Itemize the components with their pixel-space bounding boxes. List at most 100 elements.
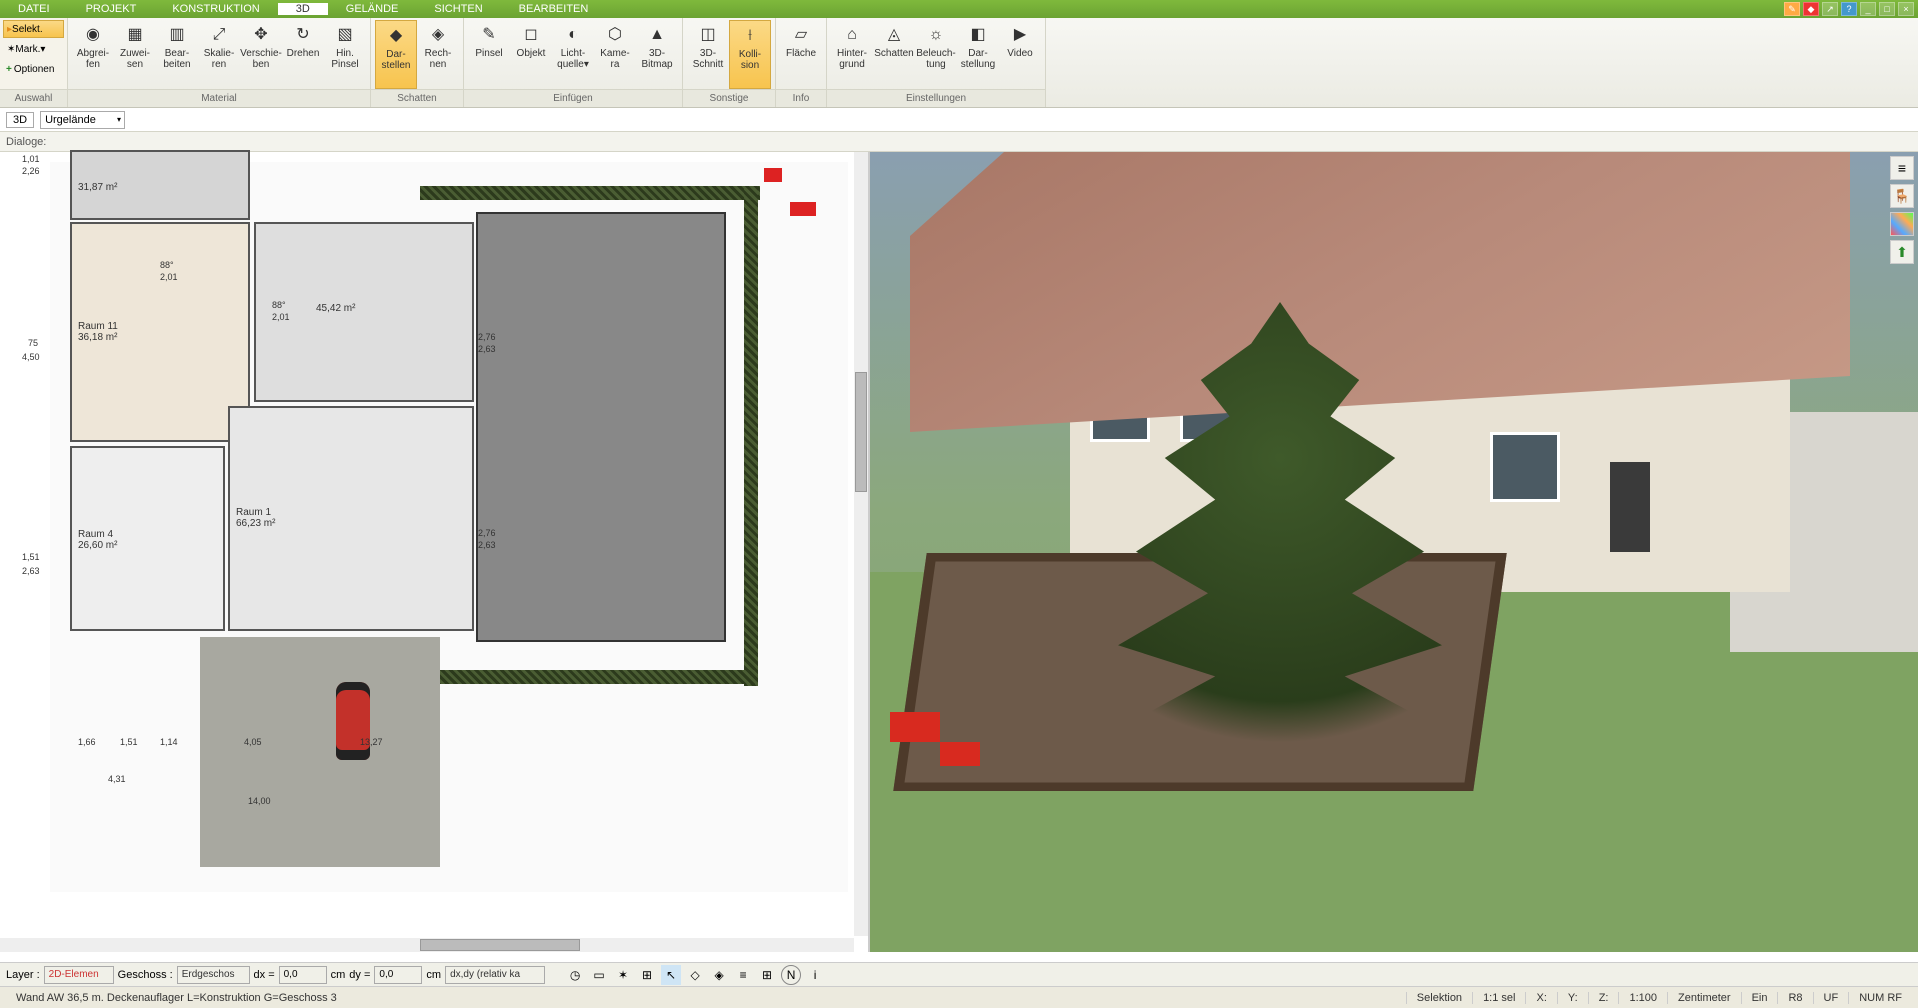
layers-icon[interactable]: ≡ [1890, 156, 1914, 180]
maximize-button[interactable]: □ [1879, 2, 1895, 16]
scrollbar-horizontal[interactable] [0, 938, 854, 952]
dim-label: 1,66 [78, 737, 96, 747]
window-controls: ✎ ◆ ↗ ? _ □ × [1784, 2, 1918, 16]
close-button[interactable]: × [1898, 2, 1914, 16]
info-icon[interactable]: i [805, 965, 825, 985]
snap-icon-2[interactable]: ⊞ [637, 965, 657, 985]
objekt-label: Objekt [517, 48, 546, 59]
tool-verschieben[interactable]: ✥Verschie-ben [240, 20, 282, 89]
menu-sichten[interactable]: SICHTEN [416, 3, 500, 15]
group-label-schatten: Schatten [371, 89, 463, 107]
furniture-icon[interactable]: 🪑 [1890, 184, 1914, 208]
snap-icon-4[interactable]: ◇ [685, 965, 705, 985]
tool-kamera[interactable]: ⬡Kame-ra [594, 20, 636, 89]
group-label-auswahl: Auswahl [0, 89, 67, 107]
layer-dropdown[interactable]: 2D-Elemen [44, 966, 114, 984]
snap-icon-3[interactable]: ↖ [661, 965, 681, 985]
tool-lichtquelle[interactable]: ◐Licht-quelle▾ [552, 20, 594, 89]
clock-icon[interactable]: ◷ [565, 965, 585, 985]
menu-konstruktion[interactable]: KONSTRUKTION [154, 3, 277, 15]
menu-3d[interactable]: 3D [278, 3, 328, 15]
grid-icon[interactable]: ⊞ [757, 965, 777, 985]
dy-input[interactable]: 0,0 [374, 966, 422, 984]
group-label-info: Info [776, 89, 826, 107]
tool-bearbeiten[interactable]: ▥Bear-beiten [156, 20, 198, 89]
video-icon: ▶ [1008, 22, 1032, 46]
options-button[interactable]: +Optionen [3, 60, 64, 78]
tool-kollision[interactable]: ⟊Kolli-sion [729, 20, 771, 89]
tool-3d-schnitt[interactable]: ◫3D-Schnitt [687, 20, 729, 89]
tool-abgreifen[interactable]: ◉Abgrei-fen [72, 20, 114, 89]
tool-darstellen[interactable]: ◆Dar-stellen [375, 20, 417, 89]
tool-objekt[interactable]: ◻Objekt [510, 20, 552, 89]
menu-datei[interactable]: DATEI [0, 3, 68, 15]
schatten-einst-label: Schatten [874, 48, 913, 59]
video-label: Video [1007, 48, 1032, 59]
schatten-einst-icon: ◬ [882, 22, 906, 46]
scrollbar-vertical[interactable] [854, 152, 868, 936]
snap-icon-6[interactable]: ≡ [733, 965, 753, 985]
tool-flaeche[interactable]: ▱Fläche [780, 20, 822, 89]
group-label-einstellungen: Einstellungen [827, 89, 1045, 107]
tool-icon-2[interactable]: ◆ [1803, 2, 1819, 16]
zuweisen-label: Zuwei-sen [120, 48, 150, 70]
snap-icon-1[interactable]: ✶ [613, 965, 633, 985]
tool-rechnen[interactable]: ◈Rech-nen [417, 20, 459, 89]
tool-icon-1[interactable]: ✎ [1784, 2, 1800, 16]
palette-icon[interactable] [1890, 212, 1914, 236]
tool-icon-3[interactable]: ↗ [1822, 2, 1838, 16]
menu-bearbeiten[interactable]: BEARBEITEN [501, 3, 607, 15]
terrain-dropdown[interactable]: Urgelände [40, 111, 125, 129]
dim-label: 2,63 [478, 540, 496, 550]
help-icon[interactable]: ? [1841, 2, 1857, 16]
view-3d[interactable]: ≡ 🪑 ⬆ [870, 152, 1918, 952]
north-icon[interactable]: N [781, 965, 801, 985]
select-button[interactable]: ▸Selekt. [3, 20, 64, 38]
dim-label: 1,01 [22, 154, 40, 164]
status-selektion: Selektion [1406, 992, 1472, 1004]
drehen-icon: ↻ [291, 22, 315, 46]
tool-hintergrund[interactable]: ⌂Hinter-grund [831, 20, 873, 89]
room-label-1: Raum 166,23 m² [236, 507, 275, 529]
status-message: Wand AW 36,5 m. Deckenauflager L=Konstru… [6, 992, 1406, 1004]
dx-input[interactable]: 0,0 [279, 966, 327, 984]
menu-projekt[interactable]: PROJEKT [68, 3, 155, 15]
lichtquelle-icon: ◐ [561, 22, 585, 46]
tool-hin-pinsel[interactable]: ▧Hin.Pinsel [324, 20, 366, 89]
pinsel-label: Pinsel [475, 48, 502, 59]
tool-skalieren[interactable]: ⤢Skalie-ren [198, 20, 240, 89]
dim-label: 1,51 [22, 552, 40, 562]
hintergrund-icon: ⌂ [840, 22, 864, 46]
mark-button[interactable]: ✶Mark. ▾ [3, 40, 64, 58]
tool-schatten-einst[interactable]: ◬ Schatten [873, 20, 915, 89]
screen-icon[interactable]: ▭ [589, 965, 609, 985]
dim-label: 2,76 [478, 528, 496, 538]
tool-drehen[interactable]: ↻Drehen [282, 20, 324, 89]
tool-pinsel[interactable]: ✎ Pinsel [468, 20, 510, 89]
dialoge-bar: Dialoge: [0, 132, 1918, 152]
status-x: X: [1525, 992, 1556, 1004]
view-label: 3D [6, 112, 34, 128]
coord-mode-dropdown[interactable]: dx,dy (relativ ka [445, 966, 545, 984]
tool-beleuchtung[interactable]: ☼Beleuch-tung [915, 20, 957, 89]
tool-video[interactable]: ▶ Video [999, 20, 1041, 89]
geschoss-dropdown[interactable]: Erdgeschos [177, 966, 250, 984]
menu-gelaende[interactable]: GELÄNDE [328, 3, 417, 15]
dim-label: 1,14 [160, 737, 178, 747]
tool-3d-bitmap[interactable]: ▲3D-Bitmap [636, 20, 678, 89]
pinsel-icon: ✎ [477, 22, 501, 46]
status-z: Z: [1588, 992, 1619, 1004]
plant-icon[interactable]: ⬆ [1890, 240, 1914, 264]
ribbon-group-einfuegen: ✎ Pinsel ◻Objekt◐Licht-quelle▾⬡Kame-ra▲3D-… [464, 18, 683, 107]
minimize-button[interactable]: _ [1860, 2, 1876, 16]
dim-label: 2,01 [272, 312, 290, 322]
tool-darstellung[interactable]: ◧Dar-stellung [957, 20, 999, 89]
dx-label: dx = [254, 969, 275, 981]
snap-icon-5[interactable]: ◈ [709, 965, 729, 985]
flaeche-label: Fläche [786, 48, 816, 59]
ribbon-group-schatten: ◆Dar-stellen◈Rech-nen Schatten [371, 18, 464, 107]
view-2d[interactable]: 31,87 m² Raum 1136,18 m² 45,42 m² Raum 4… [0, 152, 870, 952]
tool-zuweisen[interactable]: ▦Zuwei-sen [114, 20, 156, 89]
rechnen-label: Rech-nen [425, 48, 452, 70]
car-icon [336, 682, 370, 760]
